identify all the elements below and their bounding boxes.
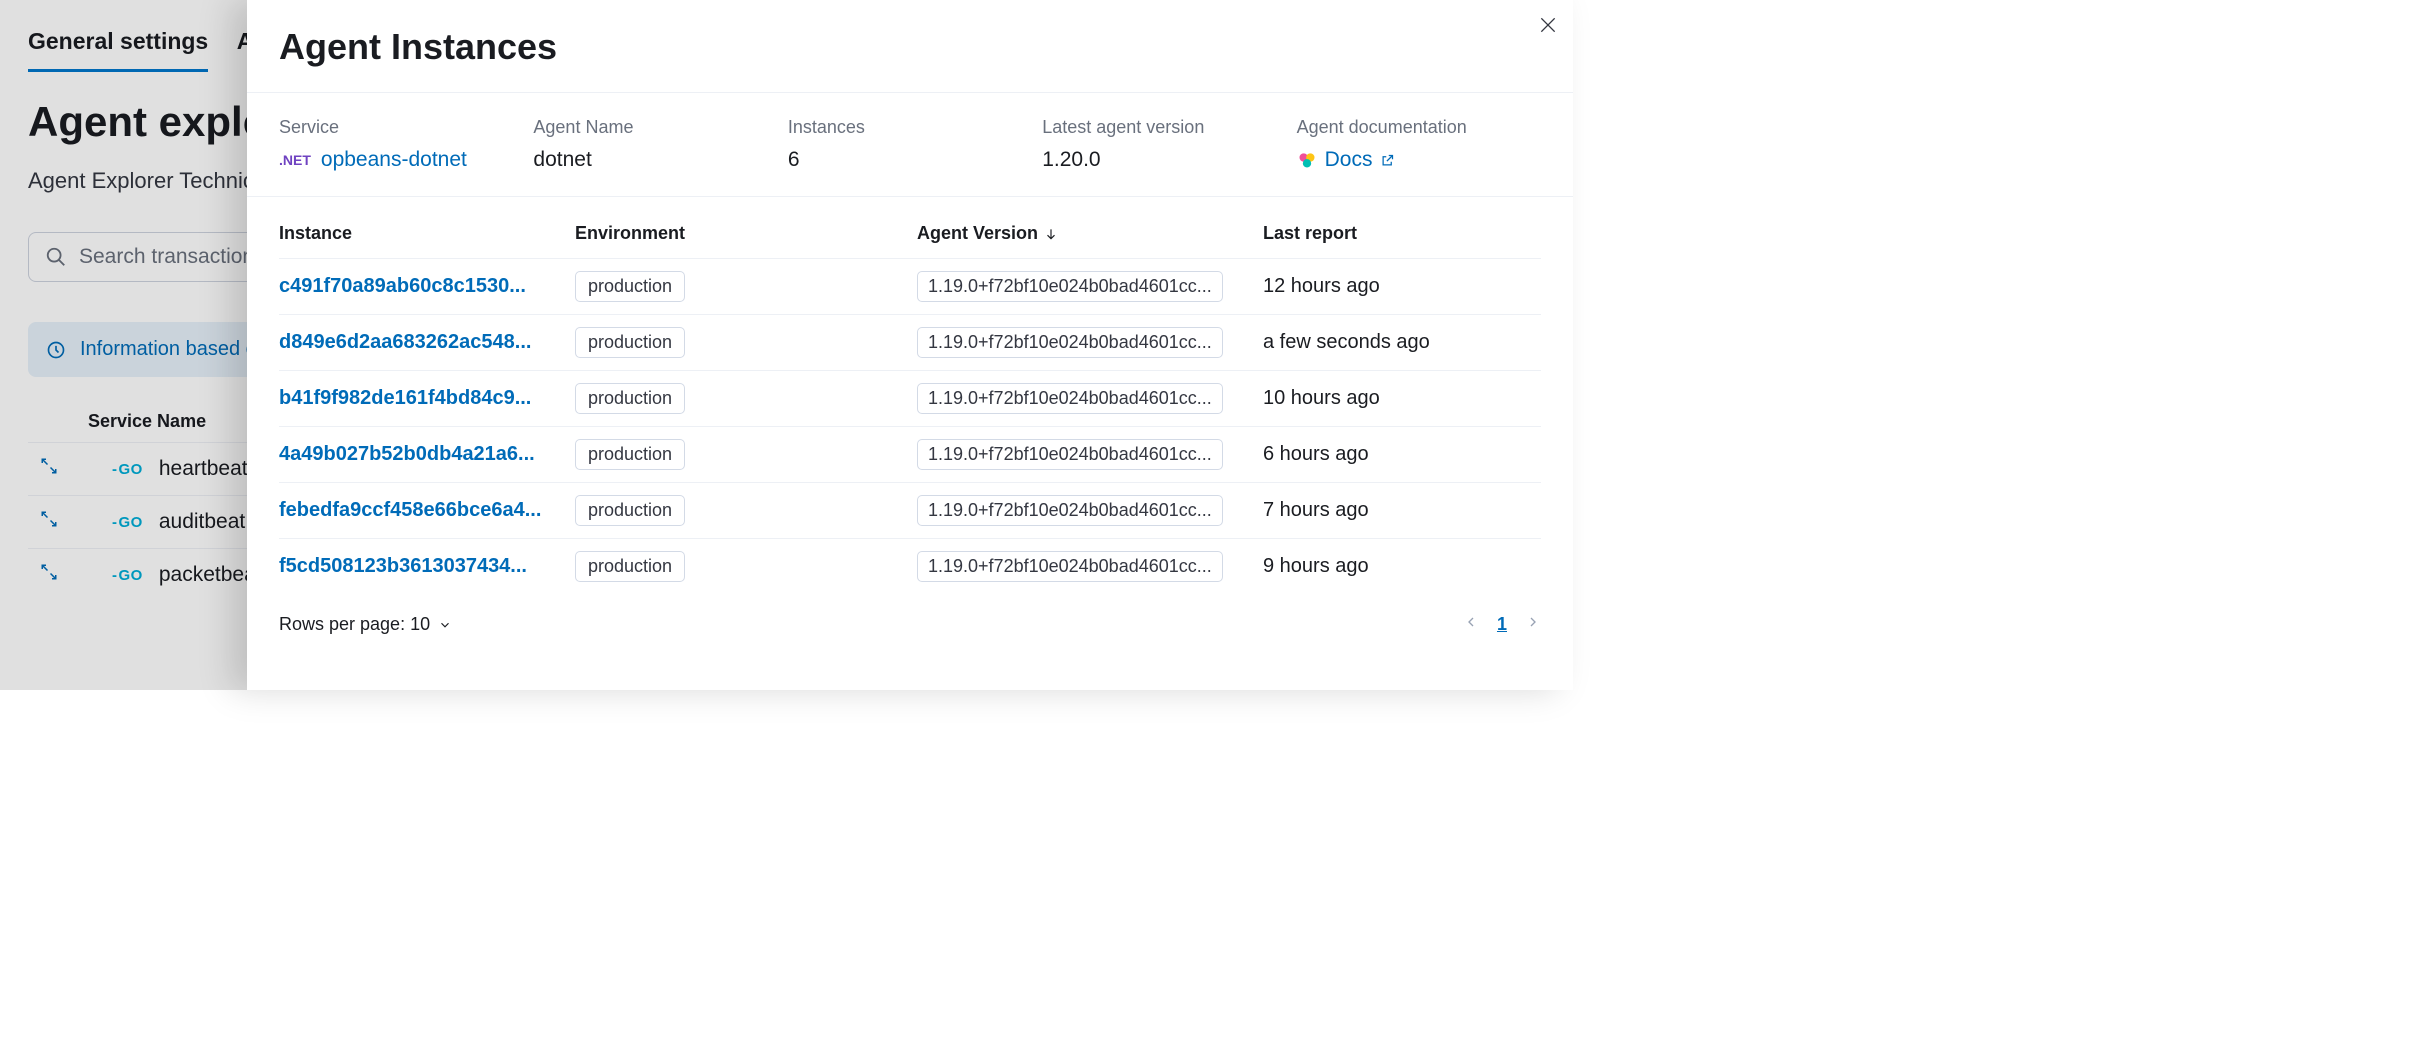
table-row: d849e6d2aa683262ac548... production 1.19… [279, 315, 1541, 371]
summary-label-instances: Instances [788, 117, 1032, 138]
agent-name-value: dotnet [533, 148, 777, 172]
summary-label-service: Service [279, 117, 523, 138]
close-button[interactable] [1531, 8, 1565, 42]
column-header-agent-version-label: Agent Version [917, 223, 1038, 244]
next-page-button[interactable] [1525, 614, 1541, 635]
page-number[interactable]: 1 [1493, 612, 1511, 637]
agent-version-badge: 1.19.0+f72bf10e024b0bad4601cc... [917, 271, 1223, 302]
last-report-value: 7 hours ago [1263, 499, 1541, 522]
external-link-icon [1380, 153, 1395, 168]
close-icon [1538, 15, 1558, 35]
table-row: b41f9f982de161f4bd84c9... production 1.1… [279, 371, 1541, 427]
environment-badge: production [575, 383, 685, 414]
instance-link[interactable]: f5cd508123b3613037434... [279, 555, 575, 578]
last-report-value: 6 hours ago [1263, 443, 1541, 466]
table-row: febedfa9ccf458e66bce6a4... production 1.… [279, 483, 1541, 539]
latest-version-value: 1.20.0 [1042, 148, 1286, 172]
agent-version-badge: 1.19.0+f72bf10e024b0bad4601cc... [917, 383, 1223, 414]
column-header-instance[interactable]: Instance [279, 223, 575, 244]
last-report-value: 9 hours ago [1263, 555, 1541, 578]
instances-value: 6 [788, 148, 1032, 172]
pagination: 1 [1463, 612, 1541, 637]
agent-version-badge: 1.19.0+f72bf10e024b0bad4601cc... [917, 551, 1223, 582]
flyout-title: Agent Instances [279, 26, 1541, 68]
table-row: c491f70a89ab60c8c1530... production 1.19… [279, 259, 1541, 315]
summary-label-agent-name: Agent Name [533, 117, 777, 138]
environment-badge: production [575, 551, 685, 582]
instance-link[interactable]: febedfa9ccf458e66bce6a4... [279, 499, 575, 522]
chevron-left-icon [1463, 614, 1479, 630]
environment-badge: production [575, 271, 685, 302]
prev-page-button[interactable] [1463, 614, 1479, 635]
agent-instances-flyout: Agent Instances Service .NET opbeans-dot… [247, 0, 1573, 690]
agent-version-badge: 1.19.0+f72bf10e024b0bad4601cc... [917, 439, 1223, 470]
last-report-value: 10 hours ago [1263, 387, 1541, 410]
docs-link[interactable]: Docs [1325, 148, 1373, 172]
last-report-value: a few seconds ago [1263, 331, 1541, 354]
agent-version-badge: 1.19.0+f72bf10e024b0bad4601cc... [917, 495, 1223, 526]
elastic-icon [1297, 150, 1317, 170]
instance-link[interactable]: 4a49b027b52b0db4a21a6... [279, 443, 575, 466]
environment-badge: production [575, 439, 685, 470]
rows-per-page-select[interactable]: Rows per page: 10 [279, 614, 452, 635]
table-row: 4a49b027b52b0db4a21a6... production 1.19… [279, 427, 1541, 483]
column-header-last-report[interactable]: Last report [1263, 223, 1541, 244]
summary-row: Service .NET opbeans-dotnet Agent Name d… [247, 93, 1573, 196]
column-header-environment[interactable]: Environment [575, 223, 917, 244]
agent-version-badge: 1.19.0+f72bf10e024b0bad4601cc... [917, 327, 1223, 358]
instance-link[interactable]: b41f9f982de161f4bd84c9... [279, 387, 575, 410]
instance-link[interactable]: c491f70a89ab60c8c1530... [279, 275, 575, 298]
sort-desc-icon [1044, 227, 1058, 241]
instances-table: Instance Environment Agent Version Last … [247, 197, 1573, 594]
environment-badge: production [575, 495, 685, 526]
summary-label-docs: Agent documentation [1297, 117, 1541, 138]
chevron-right-icon [1525, 614, 1541, 630]
instance-link[interactable]: d849e6d2aa683262ac548... [279, 331, 575, 354]
chevron-down-icon [438, 618, 452, 632]
rows-per-page-label: Rows per page: 10 [279, 614, 430, 635]
column-header-agent-version[interactable]: Agent Version [917, 223, 1263, 244]
last-report-value: 12 hours ago [1263, 275, 1541, 298]
table-row: f5cd508123b3613037434... production 1.19… [279, 539, 1541, 594]
dotnet-icon: .NET [279, 152, 311, 168]
service-link[interactable]: opbeans-dotnet [321, 148, 467, 172]
environment-badge: production [575, 327, 685, 358]
summary-label-latest: Latest agent version [1042, 117, 1286, 138]
